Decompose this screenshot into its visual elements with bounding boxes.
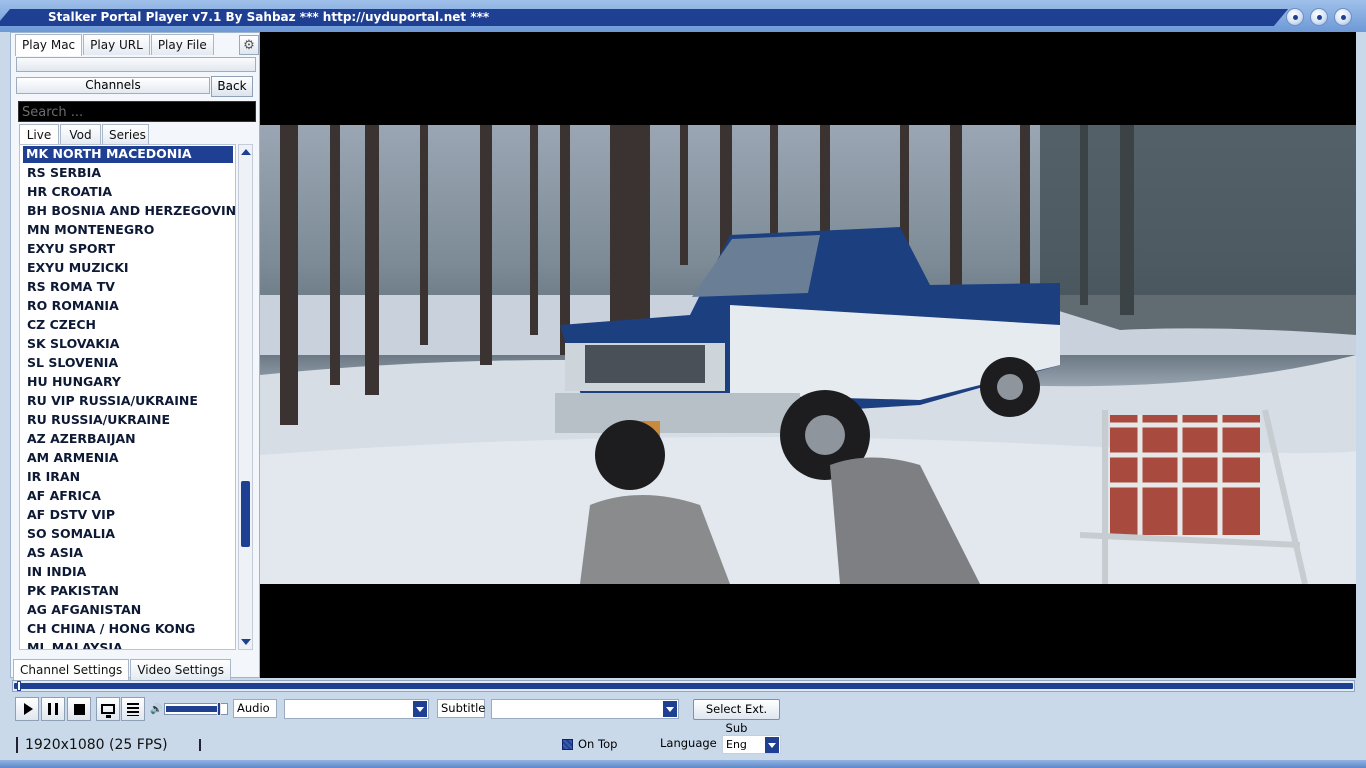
channel-item[interactable]: AS ASIA [20,543,235,562]
list-icon [127,702,139,716]
window-title: Stalker Portal Player v7.1 By Sahbaz ***… [48,10,490,24]
minimize-button[interactable] [1286,8,1304,26]
portal-url-bar [16,57,256,72]
playlist-button[interactable] [121,697,145,721]
gear-icon: ⚙ [243,37,255,52]
pause-icon [48,703,58,715]
channel-item[interactable]: RU VIP RUSSIA/UKRAINE [20,391,235,410]
channel-item[interactable]: AF AFRICA [20,486,235,505]
stop-button[interactable] [67,697,91,721]
channel-list-scrollbar[interactable] [238,144,253,650]
select-ext-sub-button[interactable]: Select Ext. Sub [693,699,780,735]
scroll-down-arrow-icon[interactable] [241,639,251,645]
channel-item[interactable]: SL SLOVENIA [20,353,235,372]
on-top-checkbox[interactable] [562,739,573,750]
channel-item[interactable]: BH BOSNIA AND HERZEGOVINA [20,201,235,220]
title-bar[interactable]: Stalker Portal Player v7.1 By Sahbaz ***… [0,0,1366,32]
tab-channel-settings[interactable]: Channel Settings [13,659,130,681]
scroll-thumb[interactable] [241,481,250,547]
playback-controls: 🔊 Audio Subtitle Select Ext. Sub [0,694,1366,735]
status-bar: 1920x1080 (25 FPS) On Top Language Eng [0,732,1366,760]
stop-icon [73,703,85,715]
settings-button[interactable]: ⚙ [239,35,259,55]
channel-item[interactable]: HU HUNGARY [20,372,235,391]
fullscreen-button[interactable] [96,697,120,721]
channel-item[interactable]: AZ AZERBAIJAN [20,429,235,448]
video-frame [260,125,1356,584]
chevron-down-icon[interactable] [765,737,779,753]
chevron-down-icon[interactable] [663,701,677,717]
status-separator [199,739,201,751]
channel-item[interactable]: AG AFGANISTAN [20,600,235,619]
channel-item[interactable]: IR IRAN [20,467,235,486]
play-button[interactable] [15,697,39,721]
channel-item[interactable]: MN MONTENEGRO [20,220,235,239]
tab-vod[interactable]: Vod [60,124,101,145]
channel-item[interactable]: IN INDIA [20,562,235,581]
video-player[interactable] [260,32,1356,678]
channel-item[interactable]: RO ROMANIA [20,296,235,315]
volume-fill [166,706,220,712]
channel-item[interactable]: PK PAKISTAN [20,581,235,600]
channel-item[interactable]: HR CROATIA [20,182,235,201]
window-bottom-border [0,760,1366,768]
content-tabs: Live Vod Series [19,124,150,146]
channel-item[interactable]: RS ROMA TV [20,277,235,296]
channel-item[interactable]: CZ CZECH [20,315,235,334]
tab-play-mac[interactable]: Play Mac [15,34,83,56]
channel-item[interactable]: ML MALAYSIA [20,638,235,649]
settings-tabs: Channel Settings Video Settings [13,659,232,681]
play-icon [23,703,33,715]
search-input[interactable]: Search ... [18,101,256,122]
seek-bar[interactable] [12,680,1355,692]
close-button[interactable] [1334,8,1352,26]
channel-item[interactable]: CH CHINA / HONG KONG [20,619,235,638]
subtitle-label: Subtitle [437,699,485,718]
audio-label: Audio [233,699,277,718]
audio-select[interactable] [284,699,429,719]
channel-item[interactable]: AM ARMENIA [20,448,235,467]
tab-live[interactable]: Live [19,124,59,146]
on-top-label: On Top [578,737,618,751]
volume-slider[interactable] [164,702,228,716]
seek-progress-fill [14,683,1353,689]
pause-button[interactable] [41,697,65,721]
chevron-down-icon[interactable] [413,701,427,717]
channel-item[interactable]: AF DSTV VIP [20,505,235,524]
channel-item[interactable]: RU RUSSIA/UKRAINE [20,410,235,429]
tab-play-file[interactable]: Play File [150,34,214,55]
language-label: Language [660,736,717,750]
left-panel: Play Mac Play URL Play File ⚙ Channels B… [10,32,260,681]
language-select-value: Eng [726,738,747,751]
channels-header: Channels [16,77,210,94]
channel-list[interactable]: MK NORTH MACEDONIA RS SERBIA HR CROATIA BH … [19,144,236,650]
maximize-button[interactable] [1310,8,1328,26]
channel-item[interactable]: SO SOMALIA [20,524,235,543]
subtitle-select[interactable] [491,699,679,719]
source-tabs: Play Mac Play URL Play File [15,34,215,56]
channel-item[interactable]: EXYU MUZICKI [20,258,235,277]
monitor-icon [101,704,115,718]
tab-play-url[interactable]: Play URL [83,34,150,55]
scroll-up-arrow-icon[interactable] [241,149,251,155]
seek-thumb[interactable] [17,681,21,691]
channel-item[interactable]: MK NORTH MACEDONIA [22,145,234,164]
window-controls [1286,8,1352,26]
back-button[interactable]: Back [211,76,253,97]
speaker-icon[interactable]: 🔊 [150,704,162,715]
tab-series[interactable]: Series [102,124,149,145]
volume-thumb[interactable] [217,702,221,716]
channel-item[interactable]: EXYU SPORT [20,239,235,258]
language-select[interactable]: Eng [722,735,781,754]
channel-item[interactable]: RS SERBIA [20,163,235,182]
video-frame-image [260,125,1356,584]
resolution-readout: 1920x1080 (25 FPS) [16,737,168,753]
tab-video-settings[interactable]: Video Settings [130,659,231,680]
channel-item[interactable]: SK SLOVAKIA [20,334,235,353]
